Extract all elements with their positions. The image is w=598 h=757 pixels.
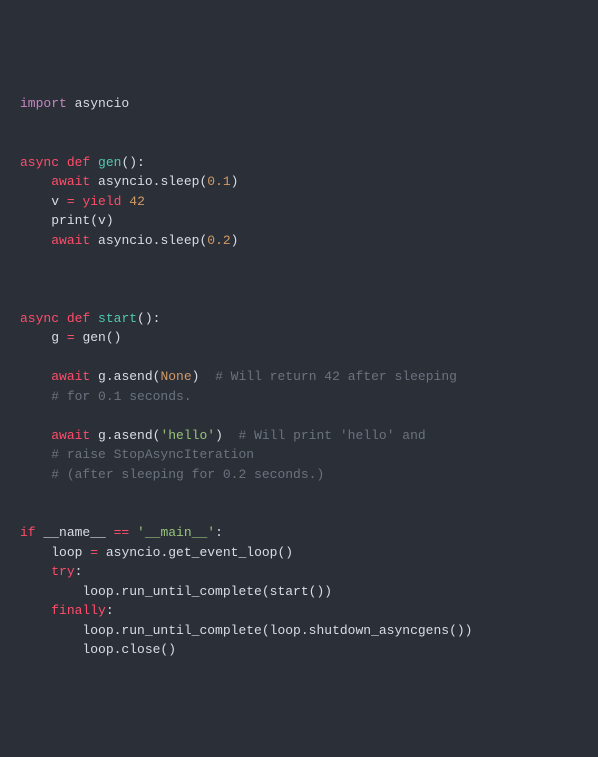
keyword-await: await [51, 428, 90, 443]
call: loop.close() [82, 642, 176, 657]
comment: # raise StopAsyncIteration [51, 447, 254, 462]
number: 42 [129, 194, 145, 209]
call: asyncio.get_event_loop() [98, 545, 293, 560]
operator: == [114, 525, 130, 540]
comment: # (after sleeping for 0.2 seconds.) [51, 467, 324, 482]
keyword-async: async [20, 155, 59, 170]
code-block: import asyncio async def gen(): await as… [20, 94, 578, 660]
comment: # Will return 42 after sleeping [215, 369, 457, 384]
module-name: asyncio [67, 96, 129, 111]
call: g.asend( [90, 369, 160, 384]
operator: = [90, 545, 98, 560]
comment: # Will print 'hello' and [238, 428, 425, 443]
call: loop.run_until_complete(start()) [82, 584, 332, 599]
identifier: g [51, 330, 67, 345]
function-name-gen: gen [90, 155, 121, 170]
identifier: loop [51, 545, 90, 560]
number: 0.1 [207, 174, 230, 189]
call: print(v) [51, 213, 113, 228]
call: asyncio.sleep( [90, 174, 207, 189]
colon: : [215, 525, 223, 540]
paren: ) [215, 428, 238, 443]
string: 'hello' [160, 428, 215, 443]
keyword-await: await [51, 174, 90, 189]
keyword-yield: yield [82, 194, 121, 209]
string: '__main__' [137, 525, 215, 540]
none-literal: None [160, 369, 191, 384]
call: asyncio.sleep( [90, 233, 207, 248]
colon: : [106, 603, 114, 618]
call: g.asend( [90, 428, 160, 443]
keyword-if: if [20, 525, 36, 540]
keyword-async: async [20, 311, 59, 326]
call: loop.run_until_complete(loop.shutdown_as… [82, 623, 472, 638]
operator: = [67, 194, 75, 209]
keyword-def: def [59, 311, 90, 326]
number: 0.2 [207, 233, 230, 248]
keyword-def: def [59, 155, 90, 170]
identifier: v [51, 194, 67, 209]
keyword-import: import [20, 96, 67, 111]
operator: = [67, 330, 75, 345]
paren: ) [231, 174, 239, 189]
paren: (): [121, 155, 144, 170]
call: gen() [75, 330, 122, 345]
keyword-try: try [51, 564, 74, 579]
function-name-start: start [90, 311, 137, 326]
keyword-finally: finally [51, 603, 106, 618]
keyword-await: await [51, 233, 90, 248]
comment: # for 0.1 seconds. [51, 389, 191, 404]
paren: (): [137, 311, 160, 326]
paren: ) [192, 369, 215, 384]
colon: : [75, 564, 83, 579]
paren: ) [231, 233, 239, 248]
dunder-name: __name__ [36, 525, 114, 540]
keyword-await: await [51, 369, 90, 384]
space [129, 525, 137, 540]
